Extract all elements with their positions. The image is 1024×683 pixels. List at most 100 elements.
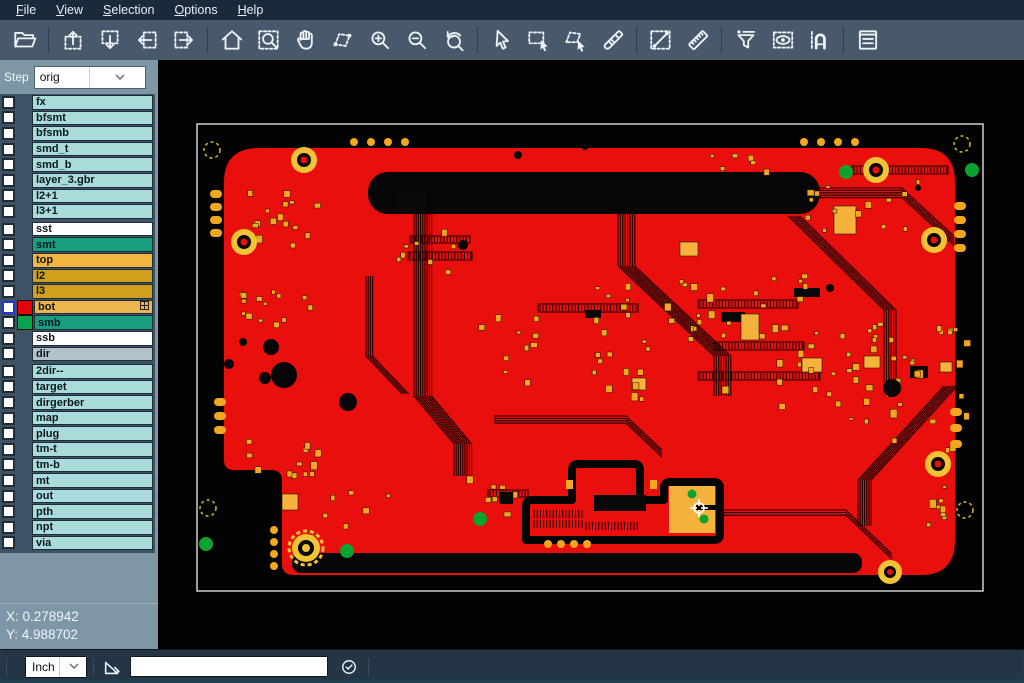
layer-label-target[interactable]: target <box>32 380 153 395</box>
layer-visibility-checkbox[interactable] <box>0 143 17 156</box>
layer-visibility-checkbox[interactable] <box>0 223 17 236</box>
layer-visibility-checkbox[interactable] <box>0 174 17 187</box>
zoom-out-button[interactable] <box>398 23 435 57</box>
layer-label-via[interactable]: via <box>32 536 153 551</box>
step-dropdown[interactable]: orig <box>34 66 146 89</box>
layer-visibility-checkbox[interactable] <box>0 269 17 282</box>
layer-label-l3+1[interactable]: l3+1 <box>32 204 153 219</box>
menu-options[interactable]: Options <box>164 1 227 19</box>
pcb-render <box>158 60 1024 650</box>
layer-label-npt[interactable]: npt <box>32 520 153 535</box>
layer-color-swatch[interactable] <box>17 300 33 315</box>
layer-visibility-checkbox[interactable] <box>0 521 17 534</box>
layer-label-ssb[interactable]: ssb <box>32 331 153 346</box>
layer-visibility-checkbox[interactable] <box>0 316 17 329</box>
filter-button[interactable] <box>727 23 764 57</box>
layer-visibility-checkbox[interactable] <box>0 380 17 393</box>
layer-visibility-checkbox[interactable] <box>0 443 17 456</box>
swatch-placeholder <box>17 285 31 298</box>
pan-left-button[interactable] <box>128 23 165 57</box>
layer-label-smb[interactable]: smb <box>34 315 153 330</box>
layer-visibility-checkbox[interactable] <box>0 332 17 345</box>
layer-visibility-checkbox[interactable] <box>0 505 17 518</box>
layer-label-dir[interactable]: dir <box>32 347 153 362</box>
unit-dropdown[interactable]: Inch <box>25 656 87 678</box>
menu-help[interactable]: Help <box>228 1 274 19</box>
layer-visibility-checkbox[interactable] <box>0 189 17 202</box>
layer-label-smd_t[interactable]: smd_t <box>32 142 153 157</box>
layer-label-map[interactable]: map <box>32 411 153 426</box>
open-folder-button[interactable] <box>6 23 43 57</box>
pan-down-button[interactable] <box>91 23 128 57</box>
command-input[interactable] <box>130 656 328 677</box>
layer-label-out[interactable]: out <box>32 489 153 504</box>
pcb-canvas[interactable] <box>158 60 1024 650</box>
layer-label-dirgerber[interactable]: dirgerber <box>32 395 153 410</box>
layer-label-layer_3.gbr[interactable]: layer_3.gbr <box>32 173 153 188</box>
layer-visibility-checkbox[interactable] <box>0 490 17 503</box>
layers-panel-button[interactable] <box>849 23 886 57</box>
layer-visibility-checkbox[interactable] <box>0 412 17 425</box>
layer-visibility-checkbox[interactable] <box>0 474 17 487</box>
checkbox <box>2 443 15 456</box>
menu-file[interactable]: File <box>6 1 46 19</box>
zoom-previous-button[interactable] <box>435 23 472 57</box>
angle-tool-icon[interactable] <box>100 654 126 680</box>
zoom-polygon-button[interactable] <box>324 23 361 57</box>
layer-visibility-checkbox[interactable] <box>0 127 17 140</box>
layer-label-bfsmb[interactable]: bfsmb <box>32 126 153 141</box>
layer-label-top[interactable]: top <box>32 253 153 268</box>
layer-visibility-checkbox[interactable] <box>0 158 17 171</box>
swatch-placeholder <box>17 174 31 187</box>
highlight-eye-button[interactable] <box>764 23 801 57</box>
checkbox <box>2 427 15 440</box>
layer-label-fx[interactable]: fx <box>32 95 153 110</box>
pan-up-button[interactable] <box>54 23 91 57</box>
layer-visibility-checkbox[interactable] <box>0 536 17 549</box>
measure-ruler-button[interactable] <box>679 23 716 57</box>
menu-selection[interactable]: Selection <box>93 1 164 19</box>
layer-visibility-checkbox[interactable] <box>0 285 17 298</box>
layer-visibility-checkbox[interactable] <box>0 96 17 109</box>
layer-label-l2+1[interactable]: l2+1 <box>32 189 153 204</box>
layer-label-l3[interactable]: l3 <box>32 284 153 299</box>
layer-visibility-checkbox[interactable] <box>0 254 17 267</box>
measure-line-button[interactable] <box>642 23 679 57</box>
clean-brush-button[interactable] <box>594 23 631 57</box>
select-cursor-button[interactable] <box>483 23 520 57</box>
zoom-window-button[interactable] <box>250 23 287 57</box>
zoom-in-button[interactable] <box>361 23 398 57</box>
layer-label-smt[interactable]: smt <box>32 237 153 252</box>
layer-label-bfsmt[interactable]: bfsmt <box>32 111 153 126</box>
menu-view[interactable]: View <box>46 1 93 19</box>
drill-hole <box>239 338 247 346</box>
layer-visibility-checkbox[interactable] <box>0 301 17 314</box>
panel-dot <box>270 550 278 558</box>
layer-label-sst[interactable]: sst <box>32 222 153 237</box>
layer-label-pth[interactable]: pth <box>32 504 153 519</box>
layer-label-tm-b[interactable]: tm-b <box>32 458 153 473</box>
refresh-icon[interactable] <box>336 654 362 680</box>
pan-right-button[interactable] <box>165 23 202 57</box>
layer-label-plug[interactable]: plug <box>32 426 153 441</box>
layer-visibility-checkbox[interactable] <box>0 347 17 360</box>
snap-magnet-button[interactable] <box>801 23 838 57</box>
layer-color-swatch[interactable] <box>17 315 33 330</box>
layer-visibility-checkbox[interactable] <box>0 396 17 409</box>
layer-visibility-checkbox[interactable] <box>0 458 17 471</box>
layer-visibility-checkbox[interactable] <box>0 365 17 378</box>
pan-hand-button[interactable] <box>287 23 324 57</box>
home-button[interactable] <box>213 23 250 57</box>
layer-label-smd_b[interactable]: smd_b <box>32 157 153 172</box>
layer-visibility-checkbox[interactable] <box>0 111 17 124</box>
layer-visibility-checkbox[interactable] <box>0 205 17 218</box>
layer-label-mt[interactable]: mt <box>32 473 153 488</box>
layer-label-tm-t[interactable]: tm-t <box>32 442 153 457</box>
layer-visibility-checkbox[interactable] <box>0 427 17 440</box>
layer-visibility-checkbox[interactable] <box>0 238 17 251</box>
layer-label-bot[interactable]: bot <box>34 300 153 315</box>
layer-label-l2[interactable]: l2 <box>32 269 153 284</box>
layer-label-2dir--[interactable]: 2dir-- <box>32 364 153 379</box>
select-rect-button[interactable] <box>520 23 557 57</box>
select-polygon-button[interactable] <box>557 23 594 57</box>
